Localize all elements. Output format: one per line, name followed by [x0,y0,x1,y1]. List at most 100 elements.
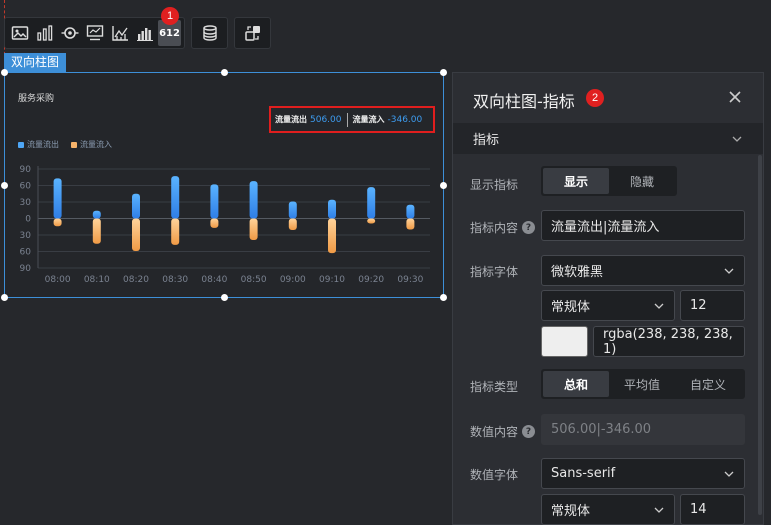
close-icon[interactable] [727,89,743,105]
font-color-swatch[interactable] [541,326,588,357]
font-family-select[interactable]: 微软雅黑 [541,255,745,286]
resize-handle-tl[interactable] [1,69,8,76]
help-icon[interactable]: ? [522,221,536,234]
x-tick-label: 09:20 [358,275,384,285]
bar-in [328,218,336,254]
value-font-family-value: Sans-serif [551,466,616,481]
bar-out [249,181,258,219]
show-toggle: 显示 隐藏 [541,166,677,196]
stat-card-icon[interactable] [83,20,106,46]
type-sum-option[interactable]: 总和 [543,371,609,397]
type-average-option[interactable]: 平均值 [609,371,675,397]
x-tick-label: 08:30 [162,275,188,285]
data-group [191,17,228,49]
indicator-content-text: 指标内容 [470,221,519,235]
x-tick-label: 08:50 [241,275,267,285]
font-color-input[interactable]: rgba(238, 238, 238, 1) [593,326,745,357]
value-font-family-select[interactable]: Sans-serif [541,458,745,489]
font-weight-select[interactable]: 常规体 [541,290,675,321]
bar-in [406,218,415,230]
bar-out [288,201,297,219]
step-badge-2: 2 [586,89,604,107]
bar-in [53,218,62,227]
font-size-value: 12 [690,298,707,313]
x-tick-label: 08:00 [45,275,71,285]
section-header[interactable]: 指标 [453,123,763,154]
component-tag: 双向柱图 [4,53,67,72]
help-icon[interactable]: ? [522,425,536,438]
panel-scrollbar[interactable] [758,155,762,515]
value-font-size-input[interactable]: 14 [680,494,745,525]
x-tick-label: 09:10 [319,275,345,285]
bar-in [210,218,219,228]
font-size-input[interactable]: 12 [680,290,745,321]
x-tick-label: 09:00 [280,275,306,285]
y-tick-label: 0 [25,215,31,225]
resize-handle-br[interactable] [440,294,447,301]
resize-handle-bl[interactable] [1,294,8,301]
bar-out [53,178,62,219]
shape-swap-icon[interactable] [241,20,264,46]
bar-chart: 90 60 30 0 30 60 90 08:00 08:10 08:20 08:30 08:40 08… [20,165,430,285]
bar-out [210,184,219,219]
bar-in [92,218,101,244]
component-group: 612 1 [4,7,185,49]
indicator-content-value: 流量流出|流量流入 [551,220,660,235]
y-tick-label: 90 [20,264,32,274]
database-icon[interactable] [198,20,221,46]
bar-out [92,210,101,219]
value-content-text: 数值内容 [470,425,519,439]
bar-in [288,218,297,231]
y-tick-label: 60 [20,182,32,192]
component-toolbar: 612 1 [4,7,271,49]
value-content-label: 数值内容 ? [470,423,536,440]
bar-in [132,218,140,251]
number-icon[interactable]: 612 1 [158,7,181,46]
bar-out [171,176,180,219]
resize-handle-r[interactable] [440,182,447,189]
axis-chart-icon[interactable] [108,20,131,46]
hide-option[interactable]: 隐藏 [609,168,675,194]
y-tick-label: 30 [20,231,32,241]
value-content-input: 506.00|-346.00 [541,414,745,445]
x-tick-label: 09:30 [397,275,423,285]
value-font-size-value: 14 [690,502,707,517]
chevron-down-icon [724,471,734,477]
x-tick-label: 08:10 [84,275,110,285]
value-content-value: 506.00|-346.00 [551,422,652,437]
step-badge-1: 1 [161,7,179,25]
bar-out [132,193,140,219]
indicator-content-input[interactable]: 流量流出|流量流入 [541,210,745,241]
bar-out [367,187,376,219]
value-font-label: 数值字体 [470,468,519,482]
resize-handle-l[interactable] [1,182,8,189]
ring-icon[interactable] [58,20,81,46]
show-option[interactable]: 显示 [543,168,609,194]
chevron-down-icon [654,303,664,309]
type-custom-option[interactable]: 自定义 [675,371,741,397]
resize-handle-t[interactable] [221,69,228,76]
indicator-type-label: 指标类型 [470,380,519,394]
show-indicator-label: 显示指标 [470,178,519,192]
section-title: 指标 [473,133,500,148]
x-tick-label: 08:40 [201,275,227,285]
bar-chart-small-icon[interactable] [133,20,156,46]
y-tick-label: 90 [20,165,32,175]
chart-widget[interactable]: 服务采购 流量流出 506.00 流量流入 -346.00 流量流出 流量流入 … [1,69,447,301]
bar-in [171,218,180,245]
indicator-font-label: 指标字体 [470,265,519,279]
value-font-weight-value: 常规体 [551,504,591,519]
image-icon[interactable] [8,20,31,46]
number-icon-label: 612 [159,27,180,39]
font-weight-value: 常规体 [551,300,591,315]
chevron-down-icon [724,268,734,274]
indicator-panel: 双向柱图-指标 2 指标 显示指标 显示 隐藏 指标内容 ? 流量流出|流量流入… [452,72,764,525]
chevron-down-icon [732,136,742,142]
bar-in [249,218,258,240]
font-family-value: 微软雅黑 [551,265,604,280]
bar-out [328,199,336,219]
bar-chart-icon[interactable] [33,20,56,46]
resize-handle-b[interactable] [221,294,228,301]
resize-handle-tr[interactable] [440,69,447,76]
value-font-weight-select[interactable]: 常规体 [541,494,675,525]
